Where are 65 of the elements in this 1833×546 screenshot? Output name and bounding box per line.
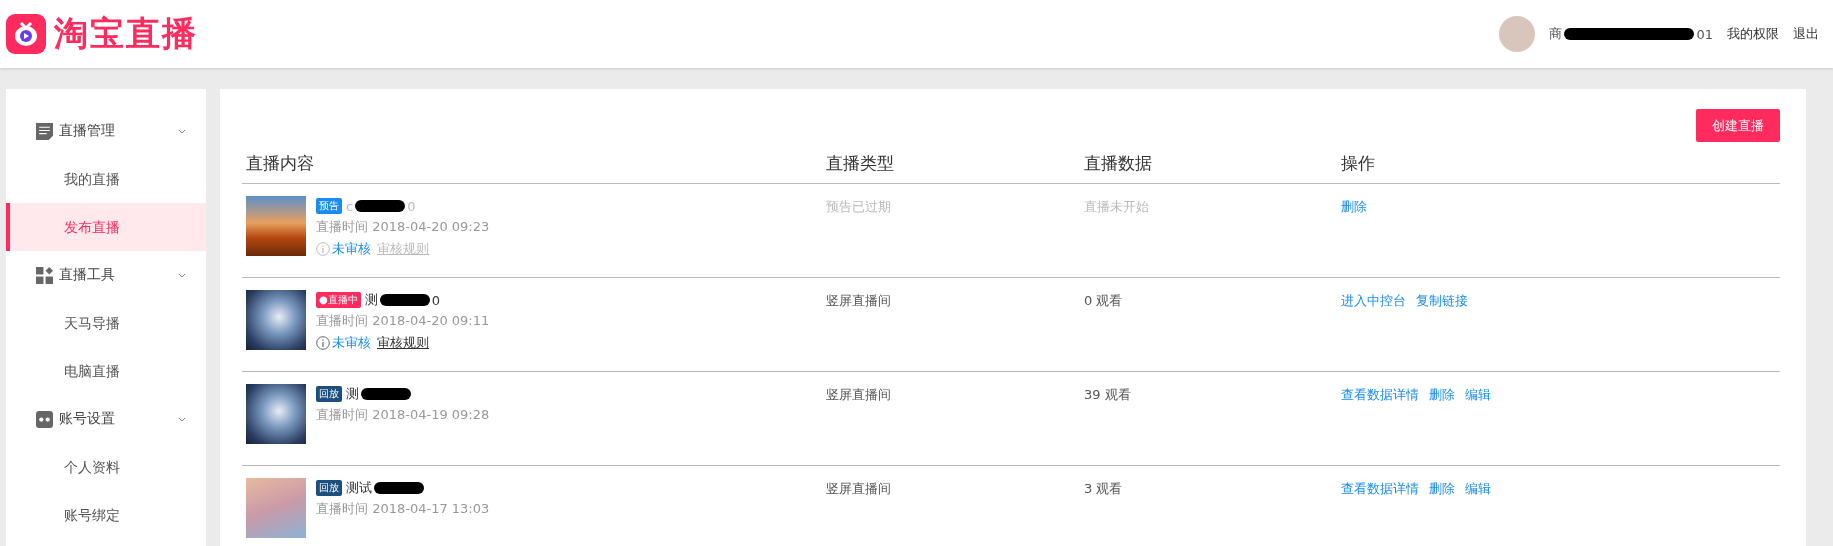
status-badge: 回放: [316, 480, 342, 496]
sidebar-item[interactable]: 个人资料: [6, 443, 206, 491]
sidebar-item[interactable]: 发布直播: [6, 203, 206, 251]
sidebar-item[interactable]: 我的直播: [6, 155, 206, 203]
logo-icon: [6, 14, 46, 54]
sidebar-group[interactable]: 直播工具: [6, 251, 206, 299]
action-link[interactable]: 复制链接: [1416, 292, 1468, 371]
live-time: 直播时间 2018-04-19 09:28: [316, 406, 490, 424]
info-icon: [316, 242, 330, 256]
status-badge: ●直播中: [316, 292, 361, 308]
live-type: 竖屏直播间: [826, 292, 892, 310]
status-badge: 预告: [316, 198, 342, 214]
chevron-icon: [178, 272, 186, 278]
review-status: 未审核: [332, 334, 371, 352]
photo-placeholder: [246, 384, 306, 444]
sidebar-group[interactable]: 直播管理: [6, 107, 206, 155]
logo-text: 淘宝直播: [54, 12, 198, 55]
live-type: 竖屏直播间: [826, 480, 892, 498]
live-time: 直播时间 2018-04-20 09:11: [316, 312, 490, 330]
action-link[interactable]: 删除: [1341, 198, 1367, 277]
column-header: 直播类型: [826, 152, 895, 175]
action-link[interactable]: 查看数据详情: [1341, 480, 1419, 546]
header-link[interactable]: 我的权限: [1727, 25, 1779, 43]
note-icon: [36, 122, 53, 140]
sidebar-group[interactable]: 账号设置: [6, 395, 206, 443]
chevron-icon: [178, 416, 186, 422]
info-icon: [316, 336, 330, 350]
column-header: 操作: [1341, 152, 1376, 175]
account-icon: [36, 410, 53, 428]
avatar[interactable]: [1499, 16, 1536, 52]
status-badge: 回放: [316, 386, 342, 402]
photo-placeholder: [246, 478, 306, 538]
review-status: 未审核: [332, 240, 371, 258]
blocks-icon: [36, 266, 53, 284]
user-name: 商 01: [1549, 25, 1713, 43]
action-link[interactable]: 查看数据详情: [1341, 386, 1419, 465]
review-rules-link[interactable]: 审核规则: [377, 332, 429, 354]
live-time: 直播时间 2018-04-20 09:23: [316, 218, 490, 236]
action-link[interactable]: 删除: [1429, 386, 1455, 465]
live-title: 测 0: [364, 291, 440, 309]
action-link[interactable]: 删除: [1429, 480, 1455, 546]
action-link[interactable]: 进入中控台: [1341, 292, 1406, 371]
sidebar-item[interactable]: 电脑直播: [6, 347, 206, 395]
photo-placeholder: [246, 196, 306, 256]
sidebar-item[interactable]: 天马导播: [6, 299, 206, 347]
live-title: c 0: [346, 198, 416, 214]
live-type: 预告已过期: [826, 198, 892, 216]
action-link[interactable]: 编辑: [1465, 386, 1491, 465]
column-header: 直播数据: [1084, 152, 1153, 175]
live-title: 测: [346, 385, 413, 403]
live-stats: 3 观看: [1084, 480, 1124, 498]
sidebar-item[interactable]: 账号绑定: [6, 491, 206, 539]
action-link[interactable]: 编辑: [1465, 480, 1491, 546]
live-stats: 39 观看: [1084, 386, 1132, 404]
chevron-icon: [178, 128, 186, 134]
create-button[interactable]: 创建直播: [1696, 109, 1780, 142]
header-link[interactable]: 退出: [1793, 25, 1819, 43]
review-rules-link[interactable]: 审核规则: [377, 238, 429, 260]
live-title: 测试: [346, 479, 426, 497]
column-header: 直播内容: [245, 152, 315, 175]
photo-placeholder: [246, 290, 306, 350]
live-type: 竖屏直播间: [826, 386, 892, 404]
live-stats: 0 观看: [1084, 292, 1124, 310]
live-stats: 直播未开始: [1084, 198, 1150, 216]
live-time: 直播时间 2018-04-17 13:03: [316, 500, 490, 518]
